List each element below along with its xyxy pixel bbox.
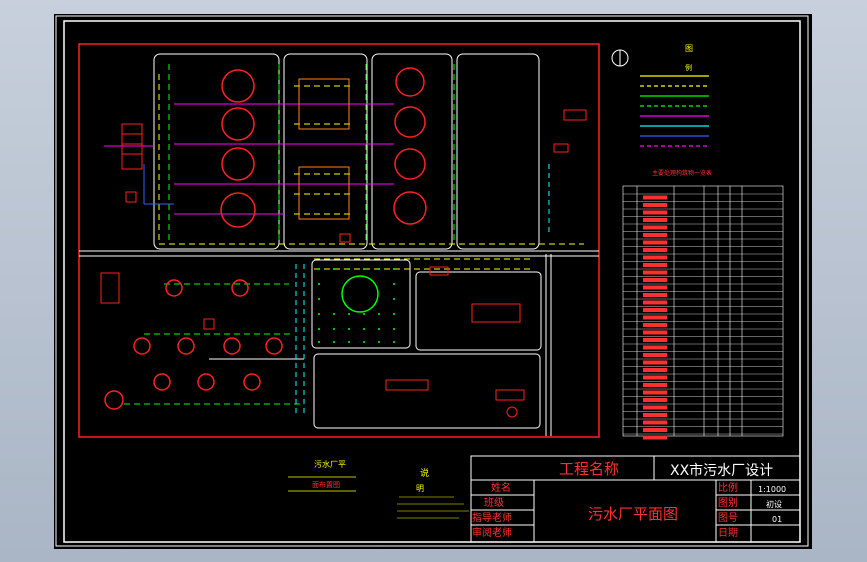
field-number: 图号 — [718, 512, 738, 524]
legend-lines — [640, 75, 709, 147]
table-cell-mark — [643, 390, 667, 395]
category-value: 初设 — [766, 499, 782, 509]
rect-tanks — [298, 78, 350, 220]
table-cell-mark — [643, 300, 667, 305]
table-cell-mark — [643, 240, 667, 245]
cad-viewport: 图 例 主要处理构筑物一览表 污水厂平 面布置图 说 明 工程名称 XX市污水厂… — [0, 0, 867, 562]
table-cell-mark — [643, 420, 667, 425]
table-cell-mark — [643, 233, 667, 237]
drawing-name: 污水厂平面图 — [588, 505, 678, 523]
table-cell-mark — [643, 428, 667, 432]
sludge-pipe — [124, 64, 455, 405]
field-category: 图别 — [718, 497, 738, 509]
field-class: 班级 — [484, 497, 504, 509]
buildings — [203, 109, 587, 418]
table-cell-mark — [643, 263, 667, 267]
table-cell-mark — [643, 248, 667, 252]
field-date: 日期 — [718, 527, 738, 539]
circular-tanks — [104, 67, 427, 410]
plan-caption-subtitle: 面布置图 — [312, 480, 340, 489]
legend-title: 图 — [685, 44, 693, 53]
table-cell-mark — [643, 330, 667, 335]
tree-grid — [318, 268, 395, 343]
table-cell-mark — [643, 315, 667, 320]
plan-drawing: 图 例 主要处理构筑物一览表 污水厂平 面布置图 说 明 工程名称 XX市污水厂… — [55, 15, 809, 547]
table-cell-mark — [643, 225, 667, 230]
table-cell-mark — [643, 360, 667, 365]
plan-caption-title: 污水厂平 — [314, 459, 346, 469]
structure-table-rows — [623, 193, 783, 440]
table-cell-mark — [643, 338, 667, 342]
notes-title-2: 明 — [416, 484, 424, 493]
table-cell-mark — [643, 203, 667, 207]
table-cell-mark — [643, 195, 667, 200]
table-cell-mark — [643, 375, 667, 380]
table-cell-mark — [643, 210, 667, 215]
table-cell-mark — [643, 218, 667, 222]
table-cell-mark — [643, 368, 667, 372]
table-cell-mark — [643, 435, 667, 440]
field-advisor: 指导老师 — [472, 511, 512, 524]
number-value: 01 — [772, 515, 782, 524]
table-cell-mark — [643, 353, 667, 357]
table-cell-mark — [643, 413, 667, 417]
table-cell-mark — [643, 293, 667, 297]
structure-table-title: 主要处理构筑物一览表 — [652, 169, 712, 177]
screen-chamber — [100, 123, 143, 304]
table-cell-mark — [643, 308, 667, 312]
field-scale: 比例 — [718, 481, 738, 494]
table-cell-mark — [643, 405, 667, 410]
table-cell-mark — [643, 383, 667, 387]
notes-title: 说 — [420, 467, 429, 479]
table-cell-mark — [643, 270, 667, 275]
field-name: 姓名 — [491, 481, 511, 494]
table-cell-mark — [643, 398, 667, 402]
scale-value: 1:1000 — [758, 485, 786, 494]
field-reviewer: 审阅老师 — [472, 526, 512, 539]
table-cell-mark — [643, 285, 667, 290]
clarifier-green — [341, 275, 379, 313]
notes-lines — [397, 496, 469, 519]
return-pipe — [295, 164, 550, 414]
project-name: XX市污水厂设计 — [670, 462, 773, 479]
legend-title-2: 例 — [685, 63, 692, 72]
drawing-sheet: 图 例 主要处理构筑物一览表 污水厂平 面布置图 说 明 工程名称 XX市污水厂… — [54, 14, 812, 549]
table-cell-mark — [643, 255, 667, 260]
table-cell-mark — [643, 278, 667, 282]
table-cell-mark — [643, 345, 667, 350]
roads — [79, 53, 599, 436]
table-cell-mark — [643, 323, 667, 327]
project-label: 工程名称 — [559, 460, 619, 478]
site-boundary — [78, 43, 600, 438]
